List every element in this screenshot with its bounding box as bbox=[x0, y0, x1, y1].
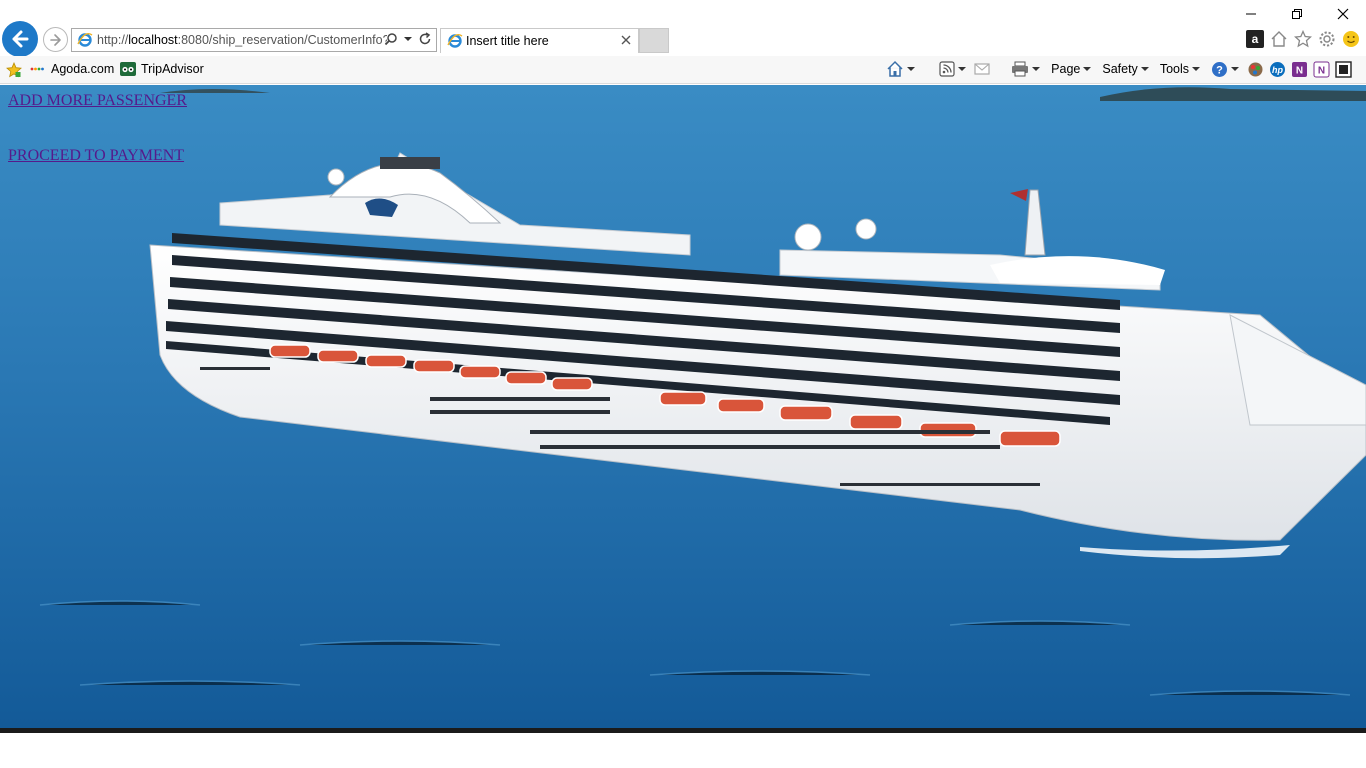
amazon-icon[interactable]: a bbox=[1246, 30, 1264, 48]
favorite-agoda[interactable]: Agoda.com bbox=[30, 62, 114, 76]
safety-menu[interactable]: Safety bbox=[1099, 62, 1151, 76]
safety-menu-label: Safety bbox=[1102, 62, 1138, 76]
rss-feed-icon bbox=[939, 61, 955, 77]
browser-window: http://localhost:8080/ship_reservation/C… bbox=[0, 0, 1366, 768]
svg-text:a: a bbox=[1252, 32, 1259, 46]
back-arrow-icon bbox=[12, 30, 29, 48]
new-tab-button[interactable] bbox=[639, 28, 669, 53]
page-menu-label: Page bbox=[1051, 62, 1081, 76]
home-menu[interactable] bbox=[883, 60, 918, 78]
add-passenger-link[interactable]: ADD MORE PASSENGER bbox=[8, 92, 187, 110]
screen-clip-icon[interactable] bbox=[1335, 60, 1352, 78]
favorites-bar: Agoda.com TripAdvisor Page Safety Tools … bbox=[0, 56, 1366, 84]
hp-icon[interactable]: hp bbox=[1269, 61, 1286, 78]
back-button[interactable] bbox=[2, 21, 38, 57]
chevron-down-icon bbox=[1231, 67, 1239, 71]
favorite-tripadvisor[interactable]: TripAdvisor bbox=[120, 62, 204, 76]
address-bar[interactable]: http://localhost:8080/ship_reservation/C… bbox=[71, 28, 437, 52]
read-mail-icon[interactable] bbox=[974, 61, 990, 77]
forward-arrow-icon bbox=[49, 33, 61, 46]
blank-page-area bbox=[0, 733, 1366, 768]
cruise-ship-background-image bbox=[0, 85, 1366, 728]
chevron-down-icon bbox=[907, 67, 916, 71]
help-icon: ? bbox=[1212, 61, 1227, 77]
toolbar-icons: a bbox=[1246, 30, 1360, 48]
title-bar: http://localhost:8080/ship_reservation/C… bbox=[0, 0, 1366, 57]
feeds-menu[interactable] bbox=[936, 61, 969, 77]
onenote-icon[interactable]: N bbox=[1291, 61, 1308, 78]
help-menu[interactable]: ? bbox=[1208, 61, 1242, 78]
favorite-agoda-label: Agoda.com bbox=[51, 62, 115, 76]
print-icon bbox=[1012, 61, 1029, 77]
home-icon bbox=[887, 60, 903, 77]
command-bar: Page Safety Tools ? hp N N bbox=[883, 60, 1352, 78]
address-dropdown-icon[interactable] bbox=[404, 37, 412, 41]
chevron-down-icon bbox=[1192, 67, 1200, 71]
close-tab-icon[interactable] bbox=[619, 33, 633, 47]
favorites-star-icon[interactable] bbox=[1294, 30, 1312, 48]
agoda-icon bbox=[30, 67, 44, 71]
page-content: ADD MORE PASSENGER PROCEED TO PAYMENT bbox=[0, 85, 1366, 728]
page-menu[interactable]: Page bbox=[1048, 62, 1094, 76]
refresh-icon[interactable] bbox=[418, 32, 432, 46]
tools-menu-label: Tools bbox=[1159, 62, 1189, 76]
search-icon[interactable] bbox=[384, 32, 398, 46]
tripadvisor-icon bbox=[120, 62, 136, 76]
svg-text:N: N bbox=[1296, 65, 1303, 76]
add-favorites-star-icon[interactable] bbox=[6, 62, 22, 78]
chevron-down-icon bbox=[1083, 67, 1092, 71]
chevron-down-icon bbox=[1032, 67, 1041, 71]
tab-title: Insert title here bbox=[466, 34, 549, 48]
print-menu[interactable] bbox=[1008, 61, 1043, 77]
onenote-linked-notes-icon[interactable]: N bbox=[1313, 61, 1330, 78]
feedback-smiley-icon[interactable] bbox=[1342, 30, 1360, 48]
addon-paint-icon[interactable] bbox=[1247, 61, 1264, 78]
ie-page-icon bbox=[77, 32, 93, 47]
minimize-button[interactable] bbox=[1228, 0, 1274, 28]
minimize-icon bbox=[1246, 13, 1256, 15]
proceed-to-payment-link[interactable]: PROCEED TO PAYMENT bbox=[8, 147, 184, 165]
favorite-tripadvisor-label: TripAdvisor bbox=[141, 62, 204, 76]
close-window-button[interactable] bbox=[1320, 0, 1366, 28]
svg-text:N: N bbox=[1318, 65, 1325, 76]
forward-button[interactable] bbox=[43, 27, 68, 52]
close-icon bbox=[1337, 8, 1349, 20]
address-url[interactable]: http://localhost:8080/ship_reservation/C… bbox=[97, 33, 387, 47]
svg-text:hp: hp bbox=[1272, 65, 1283, 75]
restore-button[interactable] bbox=[1274, 0, 1320, 28]
window-controls bbox=[1228, 0, 1366, 28]
chevron-down-icon bbox=[1140, 67, 1149, 71]
tools-menu[interactable]: Tools bbox=[1157, 62, 1203, 76]
svg-text:?: ? bbox=[1216, 64, 1223, 76]
home-icon[interactable] bbox=[1270, 30, 1288, 48]
tab-active[interactable]: Insert title here bbox=[440, 28, 639, 53]
ie-tab-icon bbox=[447, 33, 463, 48]
settings-gear-icon[interactable] bbox=[1318, 30, 1336, 48]
chevron-down-icon bbox=[958, 67, 967, 71]
restore-icon bbox=[1292, 9, 1302, 19]
